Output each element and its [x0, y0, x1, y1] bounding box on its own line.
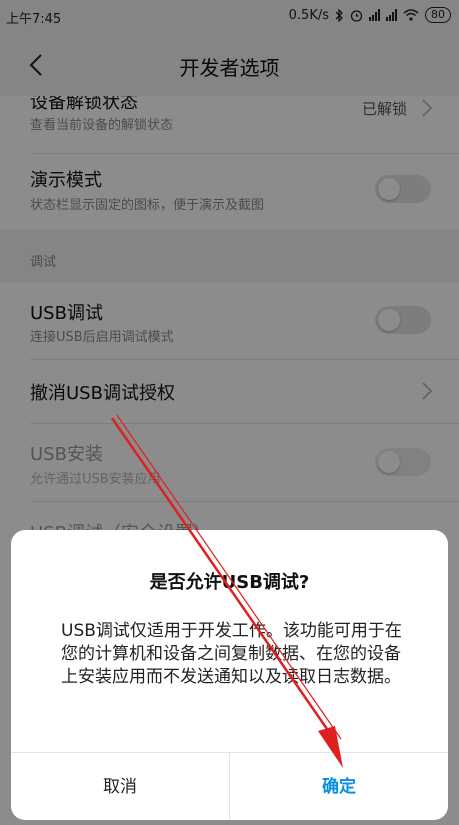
cancel-button[interactable]: 取消	[11, 753, 230, 820]
settings-screen: 上午7:45 0.5K/s 80 开发者选项 设备解锁状态 查看当前设备的解锁状…	[0, 0, 459, 825]
ok-button[interactable]: 确定	[230, 753, 448, 820]
dialog-title: 是否允许USB调试?	[149, 572, 310, 593]
dialog-message: USB调试仅适用于开发工作。该功能可用于在您的计算机和设备之间复制数据、在您的设…	[61, 621, 402, 687]
dialog-button-bar: 取消 确定	[11, 752, 448, 820]
usb-debug-confirm-dialog: 是否允许USB调试? USB调试仅适用于开发工作。该功能可用于在您的计算机和设备…	[11, 530, 448, 820]
